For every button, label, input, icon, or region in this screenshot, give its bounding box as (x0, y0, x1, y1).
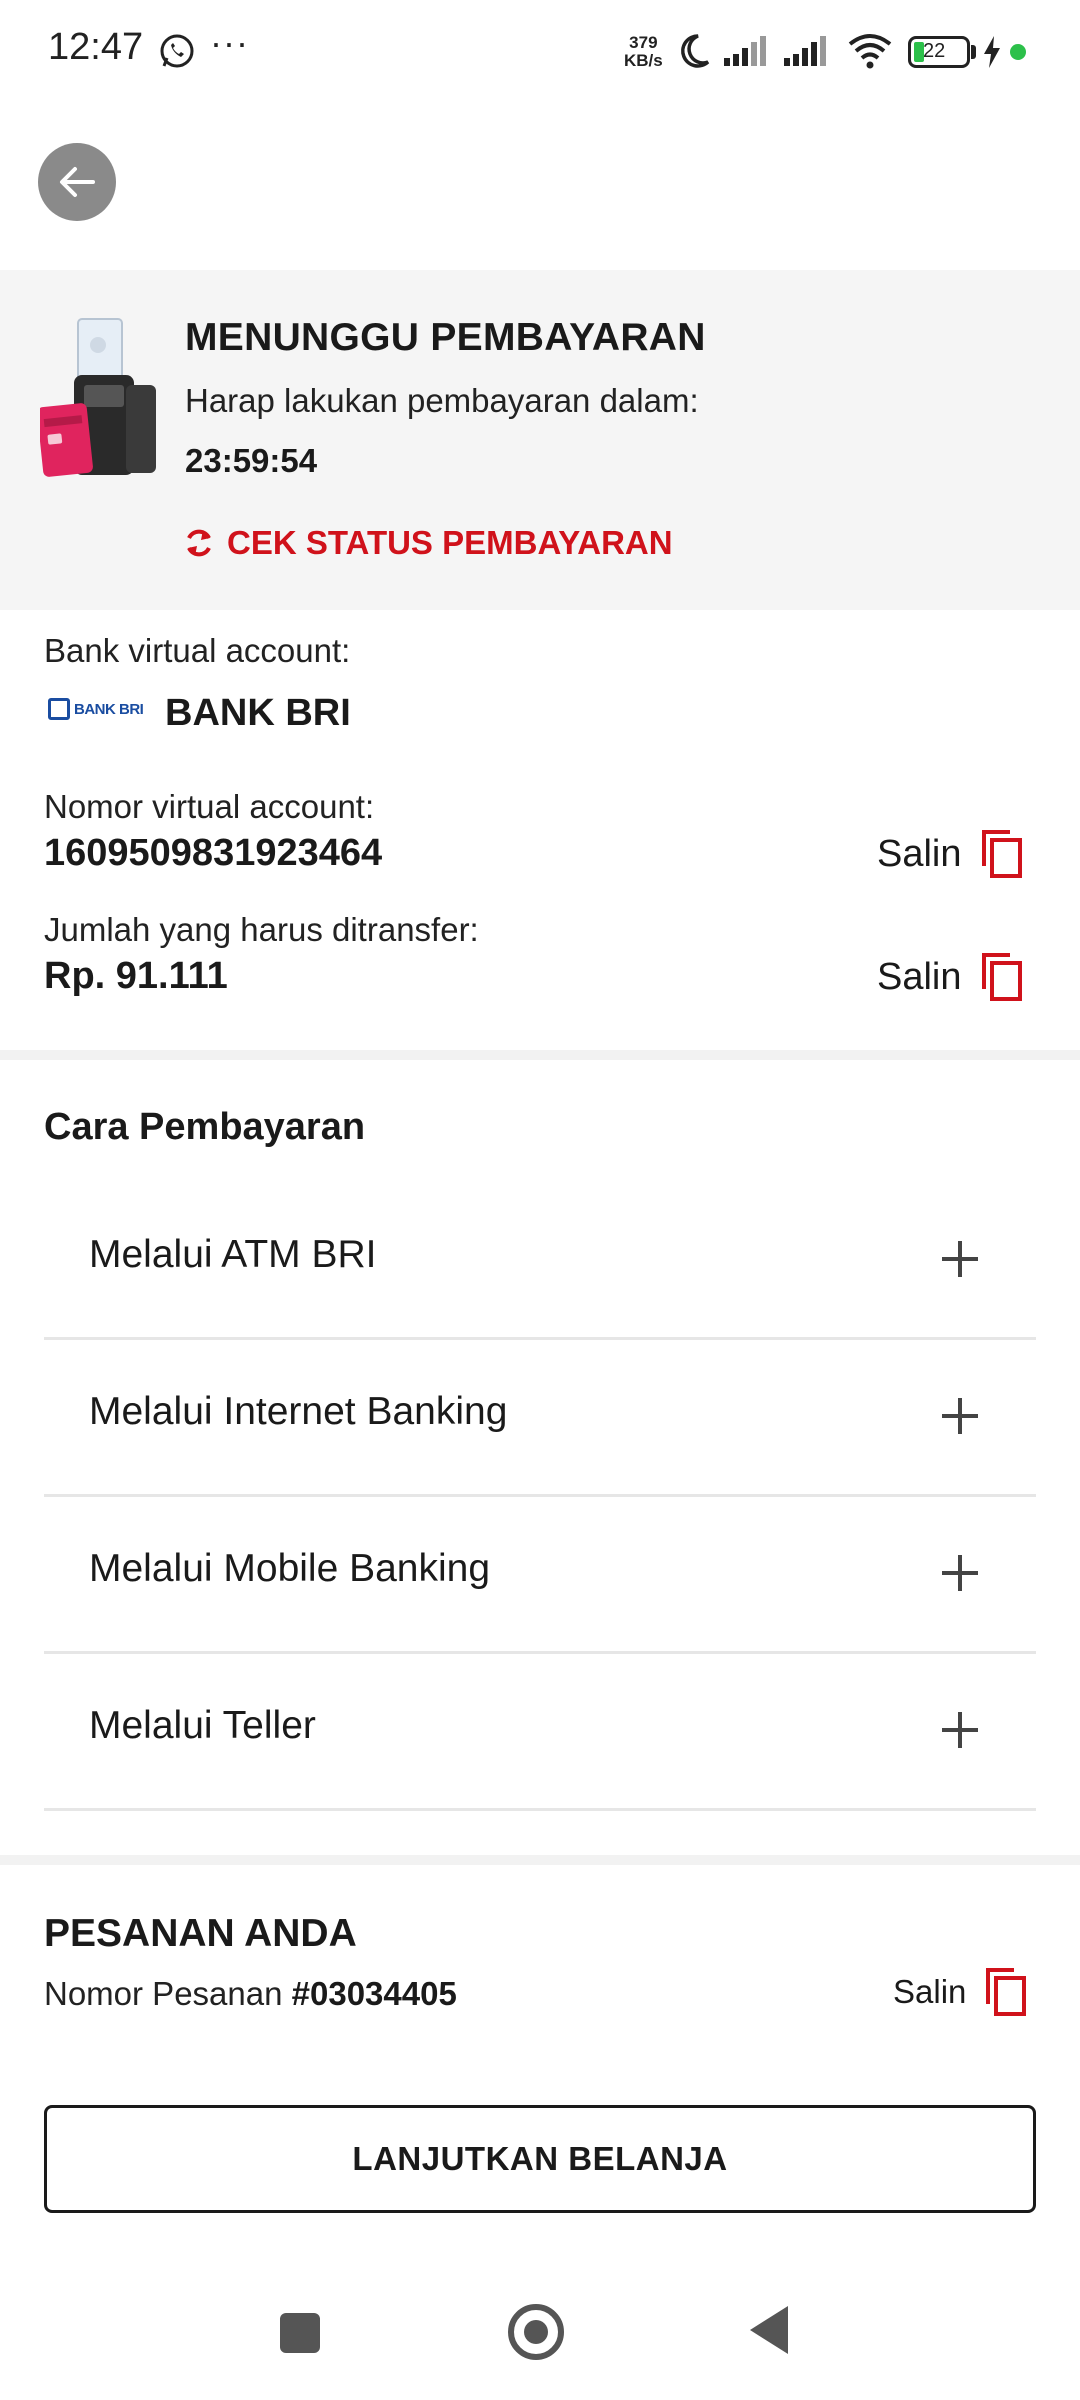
payment-method-label: Melalui Mobile Banking (89, 1547, 491, 1590)
back-button[interactable] (38, 143, 116, 221)
check-payment-status-label: CEK STATUS PEMBAYARAN (227, 524, 673, 561)
battery-cap (971, 45, 976, 59)
check-payment-status-button[interactable]: CEK STATUS PEMBAYARAN (183, 524, 673, 562)
copy-icon (986, 1968, 1027, 2016)
battery-icon: 22 (908, 36, 970, 68)
order-number: #03034405 (291, 1975, 457, 2012)
copy-label: Salin (893, 1973, 967, 2010)
network-speed: 379 KB/s (624, 33, 663, 70)
charging-icon (984, 36, 1000, 68)
plus-icon (942, 1555, 978, 1591)
copy-label: Salin (877, 955, 962, 998)
payment-method-mobile-banking[interactable]: Melalui Mobile Banking (44, 1497, 1036, 1654)
amount-value: Rp. 91.111 (44, 955, 228, 997)
more-notifications-icon: ··· (210, 22, 249, 63)
payment-method-atm[interactable]: Melalui ATM BRI (44, 1183, 1036, 1340)
status-bar: 12:47 ··· 379 KB/s 22 (0, 0, 1080, 104)
payment-method-teller[interactable]: Melalui Teller (44, 1654, 1036, 1811)
arrow-left-icon (60, 167, 95, 197)
copy-icon (981, 953, 1022, 1001)
copy-label: Salin (877, 832, 962, 875)
copy-va-number-button[interactable]: Salin (877, 828, 1024, 880)
payment-status-title: MENUNGGU PEMBAYARAN (185, 316, 706, 359)
signal-2-icon (784, 36, 826, 66)
va-number-label: Nomor virtual account: (44, 788, 375, 825)
plus-icon (942, 1241, 978, 1277)
payment-method-label: Melalui ATM BRI (89, 1233, 377, 1276)
bank-name: BANK BRI (165, 692, 351, 734)
payment-status-card: MENUNGGU PEMBAYARAN Harap lakukan pembay… (0, 270, 1080, 610)
order-title: PESANAN ANDA (44, 1912, 357, 1955)
payment-method-label: Melalui Internet Banking (89, 1390, 508, 1433)
amount-label: Jumlah yang harus ditransfer: (44, 911, 479, 948)
status-time: 12:47 (48, 26, 144, 68)
plus-icon (942, 1398, 978, 1434)
copy-order-number-button[interactable]: Salin (893, 1966, 1028, 2018)
payment-methods-title: Cara Pembayaran (44, 1106, 366, 1148)
recent-apps-button[interactable] (280, 2313, 320, 2353)
payment-method-internet-banking[interactable]: Melalui Internet Banking (44, 1340, 1036, 1497)
whatsapp-icon (160, 34, 194, 68)
payment-method-label: Melalui Teller (89, 1704, 316, 1747)
nav-back-button[interactable] (750, 2306, 788, 2354)
home-button[interactable] (508, 2304, 564, 2360)
copy-amount-button[interactable]: Salin (877, 951, 1024, 1003)
section-divider (0, 1050, 1080, 1060)
section-divider (0, 1855, 1080, 1865)
continue-shopping-label: LANJUTKAN BELANJA (352, 2140, 728, 2177)
order-number-label: Nomor Pesanan (44, 1975, 283, 2012)
order-number-row: Nomor Pesanan #03034405 (44, 1975, 457, 2013)
bank-va-label: Bank virtual account: (44, 632, 351, 669)
wifi-icon (848, 34, 892, 69)
bank-bri-logo: BANK BRI (48, 698, 144, 720)
va-number: 1609509831923464 (44, 832, 383, 874)
payment-countdown: 23:59:54 (185, 442, 318, 479)
payment-deadline-label: Harap lakukan pembayaran dalam: (185, 382, 699, 419)
plus-icon (942, 1712, 978, 1748)
copy-icon (981, 830, 1022, 878)
privacy-indicator-dot (1010, 44, 1026, 60)
continue-shopping-button[interactable]: LANJUTKAN BELANJA (44, 2105, 1036, 2213)
signal-1-icon (724, 36, 766, 66)
refresh-icon (187, 529, 211, 557)
payment-terminal-illustration (40, 318, 156, 477)
moon-icon (681, 34, 710, 68)
